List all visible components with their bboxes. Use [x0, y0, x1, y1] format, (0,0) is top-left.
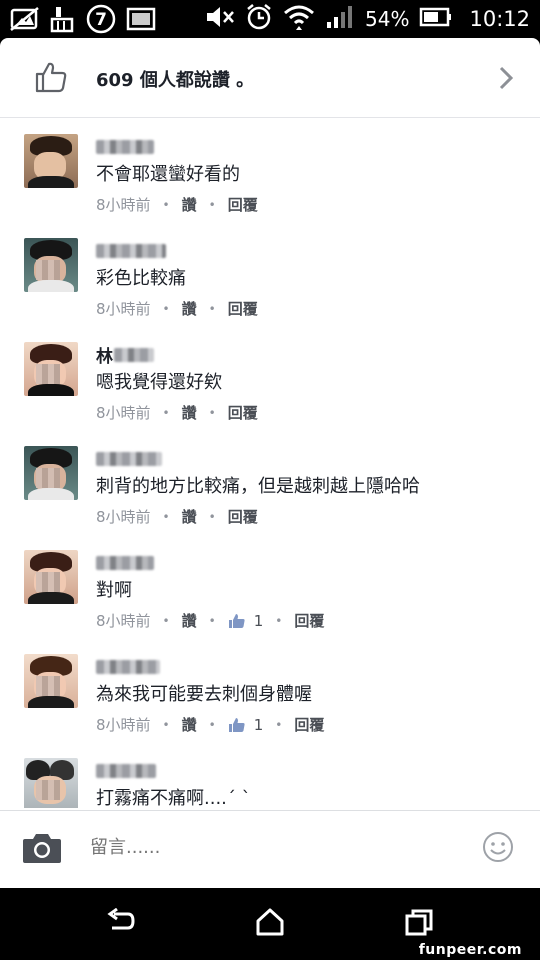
like-count-number: 1 [253, 715, 264, 734]
commenter-name-blurred[interactable] [96, 556, 154, 570]
battery-icon [419, 6, 453, 32]
comment-time[interactable]: 8小時前 [96, 194, 151, 215]
comment-list: 不會耶還蠻好看的 8小時前 • 讚 • 回覆 彩色比較痛 8小時前 • 讚 • … [0, 118, 540, 808]
commenter-name-blurred[interactable] [96, 764, 156, 778]
comment-meta: 8小時前 • 讚 • 1 • 回覆 [96, 714, 325, 735]
like-link[interactable]: 讚 [182, 298, 197, 319]
signal-icon [325, 4, 355, 34]
comment-item: 林 嗯我覺得還好欸 8小時前 • 讚 • 回覆 [0, 326, 540, 430]
comment-item: 打霧痛不痛啊....´ ` [0, 742, 540, 808]
commenter-name-blurred[interactable] [96, 452, 162, 466]
wifi-icon [283, 4, 315, 34]
comment-like-count[interactable]: 1 [228, 611, 264, 630]
comment-item: 不會耶還蠻好看的 8小時前 • 讚 • 回覆 [0, 118, 540, 222]
like-link[interactable]: 讚 [182, 506, 197, 527]
comment-meta: 8小時前 • 讚 • 1 • 回覆 [96, 610, 325, 631]
sticker-smiley-icon[interactable] [482, 831, 514, 867]
likes-count-text: 609 個人都說讚 。 [96, 70, 255, 91]
commenter-name-blurred[interactable] [114, 348, 154, 362]
likes-summary[interactable]: 609 個人都說讚 。 [0, 38, 540, 118]
commenter-name-blurred[interactable] [96, 660, 160, 674]
comment-text: 為來我可能要去刺個身體喔 [96, 684, 312, 705]
avatar[interactable] [24, 654, 78, 708]
comment-meta: 8小時前 • 讚 • 回覆 [96, 194, 258, 215]
comment-meta: 8小時前 • 讚 • 回覆 [96, 506, 258, 527]
like-link[interactable]: 讚 [182, 714, 197, 735]
like-link[interactable]: 讚 [182, 610, 197, 631]
home-icon[interactable] [255, 908, 285, 940]
comment-time[interactable]: 8小時前 [96, 506, 151, 527]
comment-time[interactable]: 8小時前 [96, 714, 151, 735]
comment-item: 刺背的地方比較痛，但是越刺越上隱哈哈 8小時前 • 讚 • 回覆 [0, 430, 540, 534]
commenter-name-initial[interactable]: 林 [96, 342, 113, 367]
comment-text: 嗯我覺得還好欸 [96, 372, 222, 393]
avatar[interactable] [24, 134, 78, 188]
comment-like-count[interactable]: 1 [228, 715, 264, 734]
small-thumbs-up-icon [228, 613, 245, 628]
comment-text: 打霧痛不痛啊....´ ` [96, 788, 251, 808]
commenter-name-blurred[interactable] [96, 244, 166, 258]
comment-text: 對啊 [96, 580, 132, 601]
chevron-right-icon[interactable] [498, 66, 514, 94]
comment-input[interactable] [90, 837, 450, 858]
reply-link[interactable]: 回覆 [294, 714, 324, 735]
svg-text:7: 7 [95, 10, 107, 30]
reply-link[interactable]: 回覆 [228, 506, 258, 527]
comment-time[interactable]: 8小時前 [96, 402, 151, 423]
no-image-icon [10, 7, 40, 35]
comment-text: 不會耶還蠻好看的 [96, 164, 240, 185]
numbered-badge-icon: 7 [86, 4, 116, 38]
comment-meta: 8小時前 • 讚 • 回覆 [96, 298, 258, 319]
comment-time[interactable]: 8小時前 [96, 610, 151, 631]
camera-icon[interactable] [22, 831, 62, 869]
like-count-number: 1 [253, 611, 264, 630]
android-nav-bar: funpeer.com [0, 888, 540, 960]
reply-link[interactable]: 回覆 [228, 298, 258, 319]
comment-text: 刺背的地方比較痛，但是越刺越上隱哈哈 [96, 476, 420, 497]
comment-time[interactable]: 8小時前 [96, 298, 151, 319]
like-link[interactable]: 讚 [182, 194, 197, 215]
avatar[interactable] [24, 446, 78, 500]
comment-item: 為來我可能要去刺個身體喔 8小時前 • 讚 • 1 • 回覆 [0, 638, 540, 742]
mute-icon [205, 4, 235, 34]
status-bar: 7 54% 10:12 [0, 0, 540, 38]
alarm-icon [245, 3, 273, 35]
comments-panel: 609 個人都說讚 。 不會耶還蠻好看的 8小時前 • 讚 • 回覆 彩色比較痛… [0, 38, 540, 888]
recent-apps-icon[interactable] [404, 908, 434, 940]
avatar[interactable] [24, 550, 78, 604]
avatar[interactable] [24, 758, 78, 808]
comment-item: 對啊 8小時前 • 讚 • 1 • 回覆 [0, 534, 540, 638]
thumbs-up-icon [34, 60, 68, 98]
status-bar-notifications: 7 [10, 4, 156, 38]
clock: 10:12 [469, 7, 530, 31]
reply-link[interactable]: 回覆 [228, 402, 258, 423]
comment-meta: 8小時前 • 讚 • 回覆 [96, 402, 258, 423]
back-icon[interactable] [106, 907, 136, 940]
like-link[interactable]: 讚 [182, 402, 197, 423]
gallery-icon [126, 7, 156, 35]
watermark: funpeer.com [418, 942, 522, 958]
comment-composer [0, 810, 540, 888]
avatar[interactable] [24, 342, 78, 396]
reply-link[interactable]: 回覆 [228, 194, 258, 215]
status-bar-system: 54% 10:12 [205, 4, 530, 34]
battery-percent: 54% [365, 7, 410, 31]
reply-link[interactable]: 回覆 [294, 610, 324, 631]
comment-item: 彩色比較痛 8小時前 • 讚 • 回覆 [0, 222, 540, 326]
commenter-name-blurred[interactable] [96, 140, 154, 154]
cleaner-icon [50, 5, 76, 37]
comment-text: 彩色比較痛 [96, 268, 186, 289]
small-thumbs-up-icon [228, 717, 245, 732]
avatar[interactable] [24, 238, 78, 292]
